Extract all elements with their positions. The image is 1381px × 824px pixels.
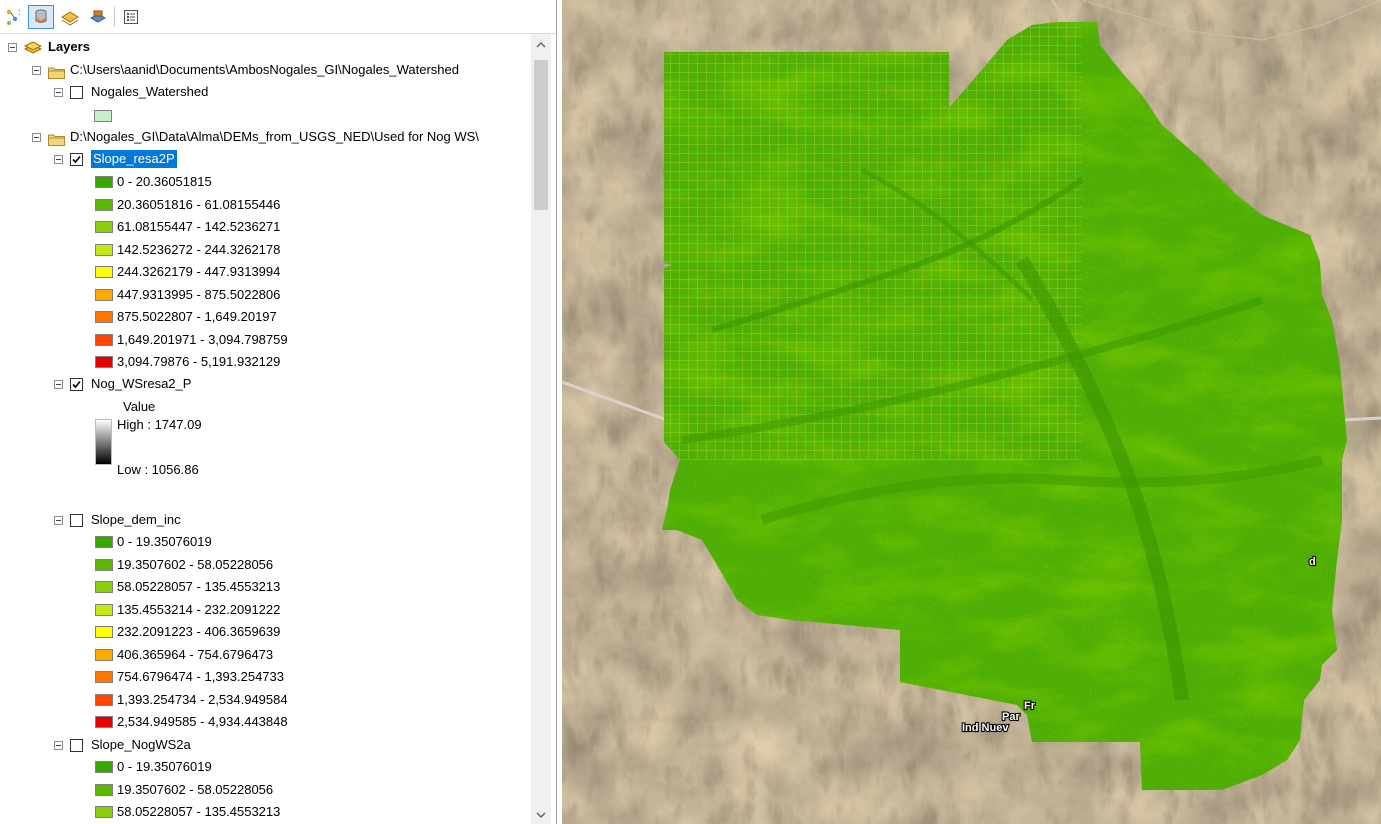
class-color-swatch — [95, 176, 113, 188]
class-range-label: 232.2091223 - 406.3659639 — [117, 624, 281, 639]
class-color-swatch — [95, 266, 113, 278]
class-range-label: 2,534.949585 - 4,934.443848 — [117, 714, 288, 729]
layers-icon — [23, 40, 43, 54]
class-range-label: 19.3507602 - 58.05228056 — [117, 781, 274, 797]
low-value-label: Low : 1056.86 — [117, 462, 199, 477]
collapse-toggle[interactable] — [54, 87, 63, 97]
folder-path-label: C:\Users\aanid\Documents\AmbosNogales_GI… — [70, 62, 459, 77]
svg-text::: : — [18, 7, 21, 17]
collapse-toggle[interactable] — [54, 154, 63, 164]
layer-name: Slope_dem_inc — [91, 512, 181, 527]
high-value-label: High : 1747.09 — [117, 417, 202, 432]
class-range-label: 1,649.201971 - 3,094.798759 — [117, 331, 288, 347]
class-range-label: 1,393.254734 - 2,534.949584 — [117, 691, 288, 707]
options-icon[interactable] — [120, 5, 142, 29]
class-range-label: 0 - 20.36051815 — [117, 174, 212, 189]
class-range-label: 135.4553214 - 232.2091222 — [117, 601, 281, 617]
class-range-label: 142.5236272 - 244.3262178 — [117, 241, 281, 257]
layer-visibility-checkbox[interactable] — [70, 152, 83, 166]
class-range-label: 406.365964 - 754.6796473 — [117, 646, 274, 662]
scroll-thumb[interactable] — [534, 60, 548, 210]
folder-icon — [48, 131, 65, 146]
layer-visibility-checkbox[interactable] — [70, 738, 83, 752]
watershed-symbol-swatch — [94, 110, 112, 122]
class-range-label: 0 - 19.35076019 — [117, 759, 212, 774]
map-canvas: Fr Par Ind Nuev d — [562, 0, 1381, 824]
class-range-label: 58.05228057 - 135.4553213 — [117, 579, 281, 594]
layer-visibility-checkbox[interactable] — [70, 377, 83, 391]
class-range-label: 447.9313995 - 875.5022806 — [117, 286, 281, 302]
layer-visibility-checkbox[interactable] — [70, 85, 83, 99]
highway-east — [1341, 416, 1381, 422]
layer-name: Nogales_Watershed — [91, 84, 209, 99]
class-range-label: 244.3262179 - 447.9313994 — [117, 264, 281, 279]
class-range-label: 0 - 19.35076019 — [117, 534, 212, 549]
list-by-drawing-order-icon[interactable]: : — [2, 5, 24, 29]
folder-path-label: D:\Nogales_GI\Data\Alma\DEMs_from_USGS_N… — [70, 129, 479, 144]
toolbar-separator — [114, 7, 115, 27]
class-color-swatch — [95, 333, 113, 346]
collapse-toggle[interactable] — [32, 132, 41, 142]
list-by-selection-icon[interactable] — [86, 5, 110, 29]
class-color-swatch — [95, 806, 113, 818]
class-color-swatch — [95, 536, 113, 548]
map-view[interactable]: Fr Par Ind Nuev d — [562, 0, 1381, 824]
town-label-line-3: Ind Nuev — [962, 722, 1009, 734]
class-color-swatch — [95, 558, 113, 571]
layers-root[interactable]: Layers — [8, 36, 90, 58]
class-color-swatch — [95, 761, 113, 773]
elevation-gradient-ramp — [95, 419, 112, 465]
class-range-label: 58.05228057 - 135.4553213 — [117, 804, 281, 819]
vertical-scrollbar[interactable] — [531, 34, 551, 824]
class-range-label: 875.5022807 - 1,649.20197 — [117, 309, 277, 324]
list-by-visibility-icon[interactable] — [58, 5, 82, 29]
class-range-label: 61.08155447 - 142.5236271 — [117, 219, 281, 234]
layer-visibility-checkbox[interactable] — [70, 513, 83, 527]
data-source-folder-2[interactable]: D:\Nogales_GI\Data\Alma\DEMs_from_USGS_N… — [32, 126, 479, 148]
table-of-contents-panel: : Layers C:\Users\aanid\Documents\AmbosN… — [0, 0, 557, 824]
class-color-swatch — [95, 693, 113, 706]
collapse-toggle[interactable] — [54, 379, 63, 389]
class-range-label: 3,094.79876 - 5,191.932129 — [117, 354, 281, 369]
layer-name: Nog_WSresa2_P — [91, 376, 192, 391]
place-label-right: d — [1309, 556, 1316, 568]
class-color-swatch — [95, 716, 113, 728]
collapse-toggle[interactable] — [8, 42, 17, 52]
toc-toolbar: : — [0, 0, 556, 34]
class-range-label: 754.6796474 - 1,393.254733 — [117, 669, 284, 684]
layers-root-label: Layers — [48, 39, 90, 54]
layer-tree: Layers C:\Users\aanid\Documents\AmbosNog… — [0, 34, 531, 824]
class-color-swatch — [95, 671, 113, 683]
folder-icon — [48, 64, 65, 79]
layer-name: Slope_NogWS2a — [91, 737, 191, 752]
class-color-swatch — [95, 783, 113, 796]
layer-slope-nogws2a[interactable]: Slope_NogWS2a — [54, 734, 191, 756]
layer-slope-resa2p[interactable]: Slope_resa2P — [54, 148, 177, 170]
layer-nog-wsresa2-p[interactable]: Nog_WSresa2_P — [54, 373, 191, 395]
class-color-swatch — [95, 221, 113, 233]
class-range-label: 19.3507602 - 58.05228056 — [117, 556, 274, 572]
collapse-toggle[interactable] — [54, 740, 63, 750]
class-color-swatch — [95, 311, 113, 323]
class-color-swatch — [95, 198, 113, 211]
class-color-swatch — [95, 288, 113, 301]
class-color-swatch — [95, 356, 113, 368]
class-color-swatch — [95, 626, 113, 638]
class-color-swatch — [95, 648, 113, 661]
class-color-swatch — [95, 581, 113, 593]
scroll-up-arrow-icon[interactable] — [531, 36, 551, 54]
collapse-toggle[interactable] — [54, 515, 63, 525]
class-color-swatch — [95, 603, 113, 616]
class-range-label: 20.36051816 - 61.08155446 — [117, 196, 281, 212]
list-by-source-icon[interactable] — [28, 5, 54, 29]
layer-slope-dem-inc[interactable]: Slope_dem_inc — [54, 509, 181, 531]
collapse-toggle[interactable] — [32, 65, 41, 75]
scroll-down-arrow-icon[interactable] — [531, 806, 551, 824]
layer-name-selected: Slope_resa2P — [91, 150, 177, 168]
class-color-swatch — [95, 243, 113, 256]
data-source-folder-1[interactable]: C:\Users\aanid\Documents\AmbosNogales_GI… — [32, 59, 459, 81]
layer-nogales-watershed[interactable]: Nogales_Watershed — [54, 81, 208, 103]
town-label-line-1: Fr — [1024, 700, 1036, 712]
